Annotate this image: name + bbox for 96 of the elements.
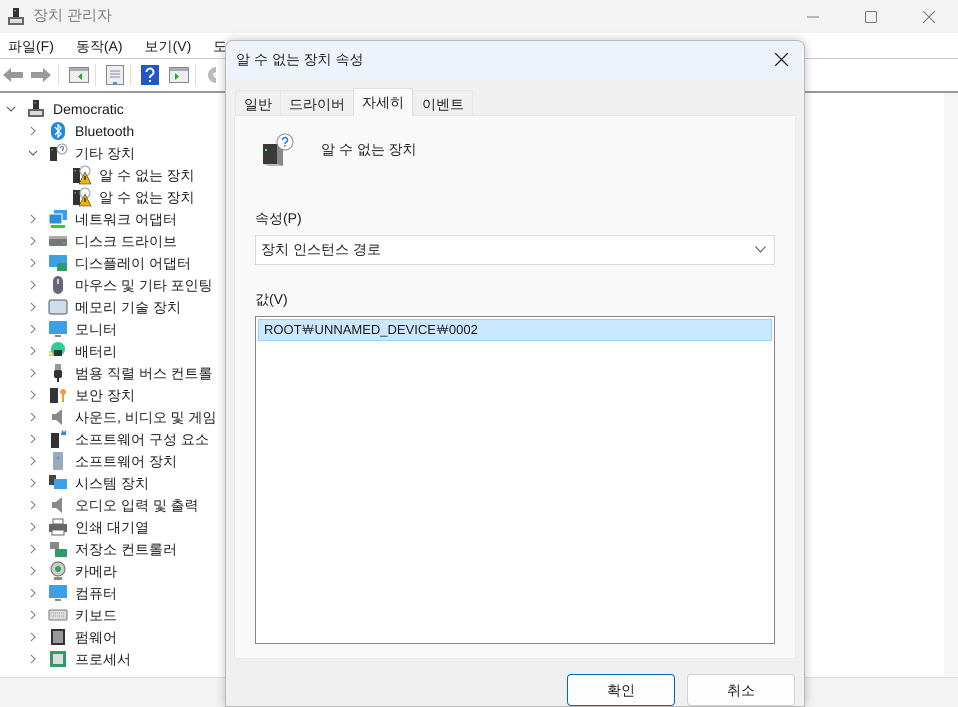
property-label: 속성(P) bbox=[255, 208, 303, 228]
tree-item[interactable]: 네트워크 어댑터 bbox=[75, 209, 177, 229]
chevron-right-icon[interactable] bbox=[28, 346, 38, 356]
tree-item[interactable]: 모니터 bbox=[75, 319, 117, 339]
tree-item[interactable]: 펌웨어 bbox=[75, 627, 117, 647]
device-manager-icon bbox=[6, 6, 26, 26]
chevron-right-icon[interactable] bbox=[28, 588, 38, 598]
chevron-down-icon bbox=[755, 246, 766, 254]
chevron-right-icon[interactable] bbox=[28, 456, 38, 466]
minimize-icon[interactable] bbox=[807, 16, 819, 18]
key-device-icon bbox=[48, 385, 68, 405]
list-item[interactable]: ROOT￦UNNAMED_DEVICE￦0002 bbox=[258, 318, 772, 341]
printer-icon bbox=[48, 517, 68, 537]
chevron-right-icon[interactable] bbox=[28, 522, 38, 532]
panel-toggle-icon[interactable] bbox=[69, 67, 89, 83]
chevron-right-icon[interactable] bbox=[28, 390, 38, 400]
tree-item[interactable]: 범용 직렬 버스 컨트롤 bbox=[75, 363, 213, 383]
tree-item[interactable]: 카메라 bbox=[75, 561, 117, 581]
chevron-right-icon[interactable] bbox=[28, 324, 38, 334]
monitor-icon bbox=[48, 319, 68, 339]
chevron-right-icon[interactable] bbox=[28, 632, 38, 642]
chevron-right-icon[interactable] bbox=[28, 236, 38, 246]
display-adapter-icon bbox=[48, 253, 68, 273]
tab[interactable]: 자세히 bbox=[353, 88, 413, 116]
tab[interactable]: 일반 bbox=[235, 90, 281, 115]
properties-icon[interactable] bbox=[106, 65, 124, 85]
tree-item[interactable]: 디스플레이 어댑터 bbox=[75, 253, 191, 273]
tree-item[interactable]: 마우스 및 기타 포인팅 bbox=[75, 275, 213, 295]
tree-item[interactable]: 소프트웨어 구성 요소 bbox=[75, 429, 209, 449]
chevron-right-icon[interactable] bbox=[28, 126, 38, 136]
dialog-button[interactable]: 취소 bbox=[687, 674, 795, 706]
processor-icon bbox=[48, 649, 68, 669]
chevron-right-icon[interactable] bbox=[28, 368, 38, 378]
chevron-down-icon[interactable] bbox=[28, 148, 38, 158]
chevron-right-icon[interactable] bbox=[28, 214, 38, 224]
tree-item[interactable]: 보안 장치 bbox=[75, 385, 135, 405]
menu-item[interactable]: 보기(V) bbox=[144, 36, 192, 56]
tree-item[interactable]: 키보드 bbox=[75, 605, 117, 625]
chevron-right-icon[interactable] bbox=[28, 302, 38, 312]
menu-item[interactable]: 도 bbox=[213, 36, 228, 56]
menu-item[interactable]: 파일(F) bbox=[8, 36, 54, 56]
bluetooth-icon bbox=[48, 121, 68, 141]
chevron-right-icon[interactable] bbox=[28, 478, 38, 488]
storage-icon bbox=[48, 539, 68, 559]
dialog-button[interactable]: 확인 bbox=[567, 674, 675, 706]
chevron-right-icon[interactable] bbox=[28, 566, 38, 576]
chevron-right-icon[interactable] bbox=[28, 610, 38, 620]
tree-item[interactable]: 시스템 장치 bbox=[75, 473, 149, 493]
window-title: 장치 관리자 bbox=[33, 6, 112, 26]
property-dropdown[interactable]: 장치 인스턴스 경로 bbox=[255, 234, 775, 265]
tree-item[interactable]: 프로세서 bbox=[75, 649, 131, 669]
chevron-down-icon[interactable] bbox=[6, 104, 16, 114]
component-icon bbox=[48, 429, 68, 449]
tree-item[interactable]: 기타 장치 bbox=[75, 143, 135, 163]
tree-item[interactable]: 컴퓨터 bbox=[75, 583, 117, 603]
webcam-icon bbox=[48, 561, 68, 581]
tree-item[interactable]: 알 수 없는 장치 bbox=[99, 165, 195, 185]
tree-item[interactable]: 오디오 입력 및 출력 bbox=[75, 495, 199, 515]
chevron-right-icon[interactable] bbox=[28, 544, 38, 554]
device-question-icon bbox=[48, 143, 68, 163]
network-icon bbox=[48, 209, 68, 229]
tree-item[interactable]: 배터리 bbox=[75, 341, 117, 361]
tree-item[interactable]: 저장소 컨트롤러 bbox=[75, 539, 177, 559]
chevron-right-icon[interactable] bbox=[28, 258, 38, 268]
menu-item[interactable]: 동작(A) bbox=[76, 36, 123, 56]
chevron-right-icon[interactable] bbox=[28, 654, 38, 664]
computer-icon bbox=[26, 99, 46, 119]
tree-item[interactable]: Democratic bbox=[53, 99, 124, 119]
chevron-right-icon[interactable] bbox=[28, 412, 38, 422]
tree-item[interactable]: 메모리 기술 장치 bbox=[75, 297, 181, 317]
monitor-icon bbox=[48, 583, 68, 603]
panel-toggle-icon[interactable] bbox=[169, 67, 189, 83]
tree-item[interactable]: 디스크 드라이브 bbox=[75, 231, 177, 251]
tree-item[interactable]: 사운드, 비디오 및 게임 bbox=[75, 407, 217, 427]
chip-icon bbox=[48, 627, 68, 647]
memory-card-icon bbox=[48, 297, 68, 317]
chevron-right-icon[interactable] bbox=[28, 434, 38, 444]
dialog-title: 알 수 없는 장치 속성 bbox=[236, 50, 364, 70]
close-icon[interactable] bbox=[775, 53, 788, 66]
chevron-right-icon[interactable] bbox=[28, 500, 38, 510]
device-name: 알 수 없는 장치 bbox=[321, 140, 417, 160]
warning-device-icon bbox=[72, 187, 92, 207]
chevron-right-icon[interactable] bbox=[28, 280, 38, 290]
tree-item[interactable]: 알 수 없는 장치 bbox=[99, 187, 195, 207]
help-icon[interactable] bbox=[141, 65, 159, 85]
dropdown-value: 장치 인스턴스 경로 bbox=[261, 240, 382, 260]
tree-item[interactable]: 인쇄 대기열 bbox=[75, 517, 149, 537]
tree-item[interactable]: 소프트웨어 장치 bbox=[75, 451, 177, 471]
maximize-icon[interactable] bbox=[865, 10, 877, 22]
tab[interactable]: 이벤트 bbox=[413, 90, 473, 115]
value-label: 값(V) bbox=[255, 290, 289, 309]
warning-device-icon bbox=[72, 165, 92, 185]
back-arrow-icon[interactable] bbox=[2, 66, 24, 84]
forward-arrow-icon[interactable] bbox=[30, 66, 52, 84]
value-list[interactable]: ROOT￦UNNAMED_DEVICE￦0002 bbox=[255, 316, 775, 644]
tree-item[interactable]: Bluetooth bbox=[75, 121, 134, 141]
